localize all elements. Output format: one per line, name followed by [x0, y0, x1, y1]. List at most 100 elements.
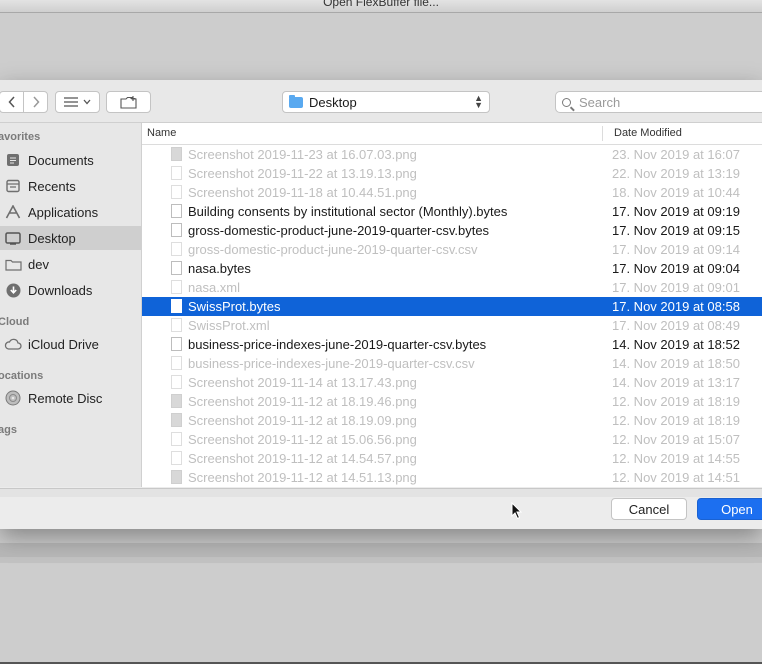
file-name: SwissProt.xml [188, 318, 270, 333]
file-date-modified: 23. Nov 2019 at 16:07 [612, 147, 740, 162]
new-folder-button[interactable] [106, 91, 151, 113]
image-file-icon [171, 470, 182, 484]
document-file-icon [171, 223, 182, 237]
desktop-icon [4, 230, 22, 246]
folder-icon [289, 94, 303, 108]
sidebar-section-tags: ags [0, 424, 17, 436]
window-titlebar: Open FlexBuffer file... [0, 0, 762, 13]
navigation-buttons [0, 91, 48, 113]
dialog-bottom-bar [0, 488, 762, 497]
cancel-button[interactable]: Cancel [611, 498, 687, 520]
search-field[interactable]: Search [555, 91, 762, 113]
file-row[interactable]: Screenshot 2019-11-12 at 15.06.56.png 12.… [142, 430, 762, 449]
file-row[interactable]: Screenshot 2019-11-14 at 13.17.43.png 14.… [142, 373, 762, 392]
file-name: Screenshot 2019-11-12 at 14.54.57.png [188, 451, 417, 466]
document-file-icon [171, 432, 182, 446]
open-button[interactable]: Open [697, 498, 762, 520]
file-row[interactable]: Screenshot 2019-11-22 at 13.19.13.png 22.… [142, 164, 762, 183]
location-popup[interactable]: Desktop ▲ ▼ [282, 91, 490, 113]
file-date-modified: 12. Nov 2019 at 18:19 [612, 413, 740, 428]
file-date-modified: 17. Nov 2019 at 09:15 [612, 223, 740, 238]
disc-icon [4, 390, 22, 406]
document-file-icon [171, 204, 182, 218]
applications-icon [4, 204, 22, 220]
updown-arrows-icon: ▲ ▼ [474, 93, 483, 110]
sidebar-item-label: dev [28, 256, 49, 272]
file-row[interactable]: Screenshot 2019-11-12 at 14.51.13.png 12.… [142, 468, 762, 487]
file-name: business-price-indexes-june-2019-quarter… [188, 356, 475, 371]
open-file-dialog: Desktop ▲ ▼ Search avorites Documents Rec… [0, 80, 762, 529]
file-name: Screenshot 2019-11-12 at 14.51.13.png [188, 470, 417, 485]
file-row[interactable]: Screenshot 2019-11-12 at 18.19.46.png 12.… [142, 392, 762, 411]
file-row[interactable]: Screenshot 2019-11-23 at 16.07.03.png 23.… [142, 145, 762, 164]
documents-icon [4, 152, 22, 168]
file-row[interactable]: business-price-indexes-june-2019-quarter… [142, 335, 762, 354]
document-file-icon [171, 166, 182, 180]
file-row[interactable]: Screenshot 2019-11-18 at 10.44.51.png 18.… [142, 183, 762, 202]
dialog-toolbar: Desktop ▲ ▼ Search [0, 80, 762, 123]
column-header-name[interactable]: Name [147, 127, 176, 139]
file-row[interactable]: Building consents by institutional secto… [142, 202, 762, 221]
file-row[interactable]: Screenshot 2019-11-12 at 14.54.57.png 12.… [142, 449, 762, 468]
file-row[interactable]: business-price-indexes-june-2019-quarter… [142, 354, 762, 373]
chevron-right-icon [32, 96, 40, 108]
file-row[interactable]: nasa.xml 17. Nov 2019 at 09:01 [142, 278, 762, 297]
file-date-modified: 17. Nov 2019 at 09:14 [612, 242, 740, 257]
sidebar: avorites Documents Recents Applications … [0, 123, 142, 487]
file-row[interactable]: SwissProt.xml 17. Nov 2019 at 08:49 [142, 316, 762, 335]
sidebar-section-favorites: avorites [0, 131, 41, 143]
file-name: Screenshot 2019-11-22 at 13.19.13.png [188, 166, 417, 181]
file-list-header: Name Date Modified [142, 123, 762, 145]
file-name: Screenshot 2019-11-12 at 18.19.09.png [188, 413, 417, 428]
file-date-modified: 12. Nov 2019 at 14:55 [612, 451, 740, 466]
sidebar-item-documents[interactable]: Documents [0, 148, 141, 172]
image-file-icon [171, 413, 182, 427]
location-label: Desktop [309, 94, 357, 110]
sidebar-item-label: iCloud Drive [28, 336, 99, 352]
file-row[interactable]: nasa.bytes 17. Nov 2019 at 09:04 [142, 259, 762, 278]
file-date-modified: 14. Nov 2019 at 18:52 [612, 337, 740, 352]
sidebar-section-icloud: Cloud [0, 316, 30, 328]
file-name: gross-domestic-product-june-2019-quarter… [188, 242, 478, 257]
sidebar-item-recents[interactable]: Recents [0, 174, 141, 198]
search-icon [562, 97, 571, 107]
view-options-button[interactable] [55, 91, 100, 113]
sidebar-item-icloud-drive[interactable]: iCloud Drive [0, 332, 141, 356]
list-view-icon [64, 97, 78, 107]
sidebar-item-label: Downloads [28, 282, 93, 298]
back-button[interactable] [0, 92, 24, 112]
sidebar-item-applications[interactable]: Applications [0, 200, 141, 224]
file-name: Screenshot 2019-11-23 at 16.07.03.png [188, 147, 417, 162]
new-folder-icon [119, 95, 137, 109]
folder-icon [4, 256, 22, 272]
file-date-modified: 22. Nov 2019 at 13:19 [612, 166, 740, 181]
sidebar-item-dev[interactable]: dev [0, 252, 141, 276]
file-date-modified: 12. Nov 2019 at 14:51 [612, 470, 740, 485]
chevron-down-icon [83, 99, 91, 105]
file-date-modified: 14. Nov 2019 at 18:50 [612, 356, 740, 371]
forward-button[interactable] [24, 92, 47, 112]
file-date-modified: 12. Nov 2019 at 15:07 [612, 432, 740, 447]
file-row[interactable]: gross-domestic-product-june-2019-quarter… [142, 240, 762, 259]
sidebar-item-desktop[interactable]: Desktop [0, 226, 141, 250]
file-name: SwissProt.bytes [188, 299, 281, 314]
sidebar-item-label: Documents [28, 152, 94, 168]
file-name: Screenshot 2019-11-12 at 15.06.56.png [188, 432, 417, 447]
document-file-icon [171, 299, 182, 313]
sidebar-section-locations: ocations [0, 370, 44, 382]
document-file-icon [171, 356, 182, 370]
sidebar-item-remote-disc[interactable]: Remote Disc [0, 386, 141, 410]
sidebar-item-label: Remote Disc [28, 390, 103, 406]
file-list: Name Date Modified Screenshot 2019-11-23… [142, 123, 762, 487]
cloud-icon [4, 336, 22, 352]
file-row[interactable]: gross-domestic-product-june-2019-quarter… [142, 221, 762, 240]
sidebar-item-downloads[interactable]: Downloads [0, 278, 141, 302]
file-row[interactable]: Screenshot 2019-11-12 at 18.19.09.png 12.… [142, 411, 762, 430]
file-date-modified: 12. Nov 2019 at 18:19 [612, 394, 740, 409]
document-file-icon [171, 261, 182, 275]
column-header-date-modified[interactable]: Date Modified [614, 127, 682, 139]
sidebar-item-label: Applications [28, 204, 99, 220]
file-date-modified: 17. Nov 2019 at 09:01 [612, 280, 740, 295]
file-row[interactable]: SwissProt.bytes 17. Nov 2019 at 08:58 [142, 297, 762, 316]
downloads-icon [4, 282, 22, 298]
